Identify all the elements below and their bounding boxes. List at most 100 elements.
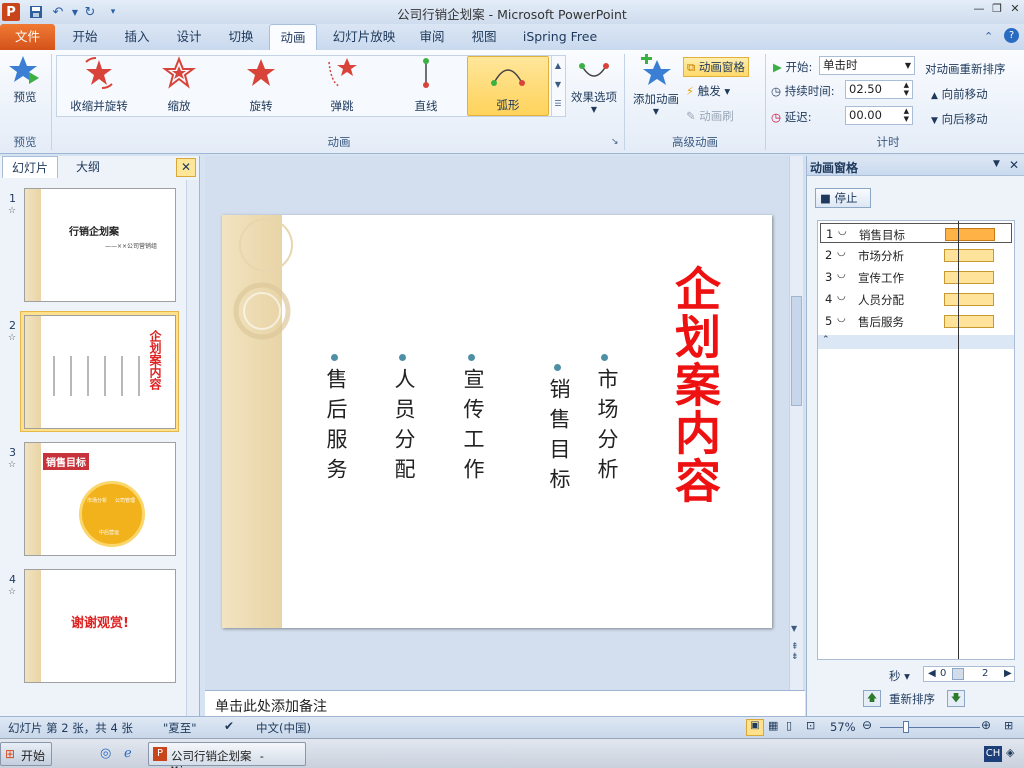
timeline-scale[interactable]: ◀ 0 2 ▶ bbox=[923, 666, 1015, 682]
tab-slideshow[interactable]: 幻灯片放映 bbox=[326, 24, 402, 50]
effect-bounce[interactable]: 弹跳 bbox=[303, 56, 381, 116]
collapse-chevron-icon[interactable]: ⌃ bbox=[818, 335, 1014, 349]
preview-button[interactable]: 预览 bbox=[4, 54, 46, 118]
timing-bar[interactable] bbox=[944, 315, 994, 328]
close-pane-icon[interactable]: ✕ bbox=[176, 158, 196, 177]
animation-item[interactable]: 4 ◡ 人员分配 bbox=[820, 289, 1012, 309]
restore-icon[interactable]: ❐ bbox=[988, 2, 1006, 18]
tab-file[interactable]: 文件 bbox=[0, 24, 55, 50]
timing-bar[interactable] bbox=[944, 271, 994, 284]
normal-view-icon[interactable]: ▣ bbox=[746, 719, 764, 736]
trigger-button[interactable]: ⚡ 触发 ▾ bbox=[686, 83, 730, 99]
tab-outline[interactable]: 大纲 bbox=[60, 156, 116, 178]
slide-text-market-analysis[interactable]: 市场分析 bbox=[592, 368, 622, 488]
theme-name[interactable]: "夏至" bbox=[163, 720, 197, 736]
pane-options-icon[interactable]: ▼ bbox=[993, 159, 1000, 169]
animation-item[interactable]: 5 ◡ 售后服务 bbox=[820, 311, 1012, 331]
slideshow-view-icon[interactable]: ⊡ bbox=[806, 719, 815, 732]
stop-button[interactable]: ■ 停止 bbox=[815, 188, 871, 208]
zoom-out-icon[interactable]: ⊖ bbox=[862, 718, 872, 732]
tab-transitions[interactable]: 切换 bbox=[218, 24, 264, 50]
editor-scrollbar[interactable]: ▼ ⇞ ⇟ bbox=[789, 156, 803, 690]
animation-item[interactable]: 2 ◡ 市场分析 bbox=[820, 245, 1012, 265]
animation-item[interactable]: 3 ◡ 宣传工作 bbox=[820, 267, 1012, 287]
zoom-in-icon[interactable]: ⊕ bbox=[981, 718, 991, 732]
fit-to-window-icon[interactable]: ⊞ bbox=[1004, 719, 1013, 732]
ime-indicator[interactable]: CH bbox=[984, 746, 1002, 762]
duration-stepper[interactable]: 02.50 ▲ ▼ bbox=[845, 80, 913, 99]
reorder-up-icon[interactable]: 🡅 bbox=[863, 690, 881, 707]
dialog-launcher-icon[interactable]: ↘ bbox=[611, 137, 619, 147]
slide-thumbnail-1[interactable]: 行销企划案 ——××公司营销组 bbox=[24, 188, 176, 302]
minimize-ribbon-icon[interactable]: ⌃ bbox=[984, 30, 993, 43]
timeline-slider[interactable] bbox=[952, 668, 964, 680]
reorder-down-icon[interactable]: 🡇 bbox=[947, 690, 965, 707]
move-later-button[interactable]: ▼ 向后移动 bbox=[931, 111, 988, 127]
timing-bar[interactable] bbox=[945, 228, 995, 241]
animation-painter-button[interactable]: ✎ 动画刷 bbox=[686, 108, 734, 124]
effect-zoom[interactable]: 缩放 bbox=[140, 56, 218, 116]
redo-icon[interactable]: ↻ bbox=[81, 3, 99, 21]
powerpoint-app-icon[interactable]: P bbox=[2, 3, 20, 21]
tab-ispring[interactable]: iSpring Free bbox=[515, 24, 605, 50]
minimize-icon[interactable]: — bbox=[970, 2, 988, 18]
zoom-slider-thumb[interactable] bbox=[903, 721, 909, 733]
effect-arc[interactable]: 弧形 bbox=[467, 56, 549, 116]
slide-sorter-icon[interactable]: ▦ bbox=[768, 719, 778, 732]
timing-bar[interactable] bbox=[944, 249, 994, 262]
timeline-left-arrow-icon[interactable]: ◀ bbox=[928, 668, 936, 679]
slide-thumbnail-4[interactable]: 谢谢观赏! bbox=[24, 569, 176, 683]
tab-home[interactable]: 开始 bbox=[62, 24, 108, 50]
effect-options-button[interactable]: 效果选项 ▼ bbox=[568, 56, 620, 114]
animation-item[interactable]: 1 ◡ 销售目标 bbox=[820, 223, 1012, 243]
customize-toolbar-icon[interactable]: ▾ bbox=[104, 3, 122, 21]
add-animation-button[interactable]: 添加动画 ▼ bbox=[628, 53, 684, 116]
ie-icon[interactable]: ℯ bbox=[124, 746, 132, 761]
slide-text-sales-target[interactable]: 销售目标 bbox=[544, 378, 574, 498]
move-earlier-button[interactable]: ▲ 向前移动 bbox=[931, 86, 988, 102]
notes-pane[interactable]: 单击此处添加备注 bbox=[205, 690, 805, 716]
tab-review[interactable]: 审阅 bbox=[410, 24, 454, 50]
taskbar-powerpoint-window[interactable]: P 公司行销企划案 - Mi... bbox=[148, 742, 306, 768]
slide-thumbnail-3[interactable]: 销售目标 市场分析 公司管理 中后营运 bbox=[24, 442, 176, 556]
effect-shrink-spin[interactable]: 收缩并旋转 bbox=[60, 56, 138, 116]
timing-bar[interactable] bbox=[944, 293, 994, 306]
animation-pane-button[interactable]: ⧉ 动画窗格 bbox=[683, 57, 749, 77]
save-icon[interactable] bbox=[27, 3, 45, 21]
timeline-right-arrow-icon[interactable]: ▶ bbox=[1004, 668, 1012, 679]
effect-line[interactable]: 直线 bbox=[387, 56, 465, 116]
language-indicator[interactable]: 中文(中国) bbox=[256, 720, 311, 736]
slide-text-promotion[interactable]: 宣传工作 bbox=[458, 368, 488, 488]
start-select[interactable]: 单击时 ▼ bbox=[819, 56, 915, 75]
tab-animations[interactable]: 动画 bbox=[269, 24, 317, 50]
prev-next-slide-icon[interactable]: ⇞ ⇟ bbox=[791, 642, 799, 662]
quicklaunch-icon[interactable]: ◎ bbox=[100, 746, 111, 761]
effect-spin[interactable]: 旋转 bbox=[222, 56, 300, 116]
seconds-dropdown[interactable]: 秒 ▾ bbox=[889, 668, 910, 684]
slide-text-staffing[interactable]: 人员分配 bbox=[389, 368, 419, 488]
spellcheck-icon[interactable]: ✔ bbox=[224, 719, 234, 733]
tray-icon[interactable]: ◈ bbox=[1006, 746, 1014, 759]
gallery-scroll[interactable]: ▲ ▼ ☰ bbox=[551, 56, 564, 116]
animation-star-icon: ☆ bbox=[8, 206, 17, 216]
tab-insert[interactable]: 插入 bbox=[114, 24, 160, 50]
close-icon[interactable]: ✕ bbox=[1006, 2, 1024, 18]
scroll-thumb[interactable] bbox=[791, 296, 802, 406]
zoom-slider[interactable] bbox=[880, 727, 980, 728]
close-icon[interactable]: ✕ bbox=[1009, 158, 1019, 172]
slide-title[interactable]: 企划案内容 bbox=[662, 265, 728, 505]
tab-view[interactable]: 视图 bbox=[462, 24, 506, 50]
scroll-down-arrow-icon[interactable]: ▼ bbox=[791, 624, 797, 633]
slide-canvas[interactable]: 市场分析 销售目标 宣传工作 人员分配 售后服务 企划案内容 bbox=[222, 215, 772, 628]
slides-scrollbar[interactable] bbox=[186, 180, 199, 716]
undo-icon[interactable]: ↶ bbox=[49, 3, 67, 21]
help-icon[interactable]: ? bbox=[1004, 28, 1019, 43]
tab-slides[interactable]: 幻灯片 bbox=[2, 156, 58, 178]
slide-text-after-sales[interactable]: 售后服务 bbox=[321, 368, 351, 488]
delay-stepper[interactable]: 00.00 ▲ ▼ bbox=[845, 106, 913, 125]
tab-design[interactable]: 设计 bbox=[166, 24, 212, 50]
start-button[interactable]: ⊞ 开始 bbox=[0, 742, 52, 766]
slide-thumbnail-2[interactable]: 企划案内容 bbox=[24, 315, 176, 429]
zoom-level[interactable]: 57% bbox=[830, 720, 856, 734]
reading-view-icon[interactable]: ▯ bbox=[786, 719, 792, 732]
